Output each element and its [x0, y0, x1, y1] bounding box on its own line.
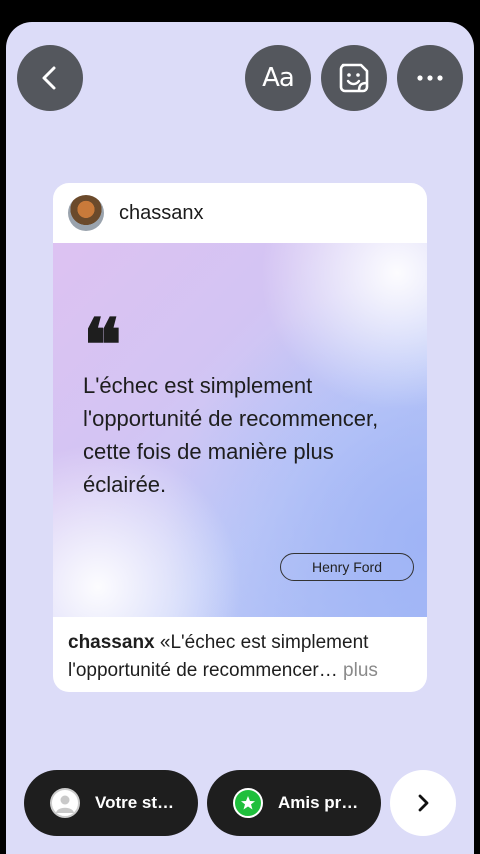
user-avatar-icon [50, 788, 80, 818]
sticker-button[interactable] [321, 45, 387, 111]
more-dots-icon [417, 75, 443, 81]
chevron-left-icon [42, 66, 56, 90]
more-options-button[interactable] [397, 45, 463, 111]
star-icon [233, 788, 263, 818]
close-friends-button[interactable]: Amis pr… [207, 770, 381, 836]
quote-text: L'échec est simplement l'opportunité de … [83, 373, 379, 497]
quote-author: Henry Ford [280, 553, 414, 581]
chevron-right-icon [418, 794, 429, 812]
post-username: chassanx [119, 201, 204, 224]
shared-post-card[interactable]: chassanx ❝ L'échec est simplement l'oppo… [53, 183, 427, 692]
next-button[interactable] [390, 770, 456, 836]
text-tool-label: Aa [262, 63, 295, 93]
text-tool-button[interactable]: Aa [245, 45, 311, 111]
story-editor-screen: Aa chassanx ❝ L'échec est simplement l'o… [6, 22, 474, 854]
post-image: ❝ L'échec est simplement l'opportunité d… [53, 243, 427, 617]
your-story-label: Votre st… [95, 793, 175, 812]
post-header: chassanx [53, 183, 427, 243]
avatar [68, 195, 104, 231]
back-button[interactable] [17, 45, 83, 111]
post-caption: chassanx «L'échec est simplement l'oppor… [53, 617, 427, 685]
caption-ellipsis: … [318, 660, 338, 681]
your-story-button[interactable]: Votre st… [24, 770, 198, 836]
sticker-icon [339, 63, 369, 93]
close-friends-label: Amis pr… [278, 793, 359, 812]
caption-username: chassanx [68, 632, 155, 653]
caption-more-link[interactable]: plus [338, 660, 378, 681]
